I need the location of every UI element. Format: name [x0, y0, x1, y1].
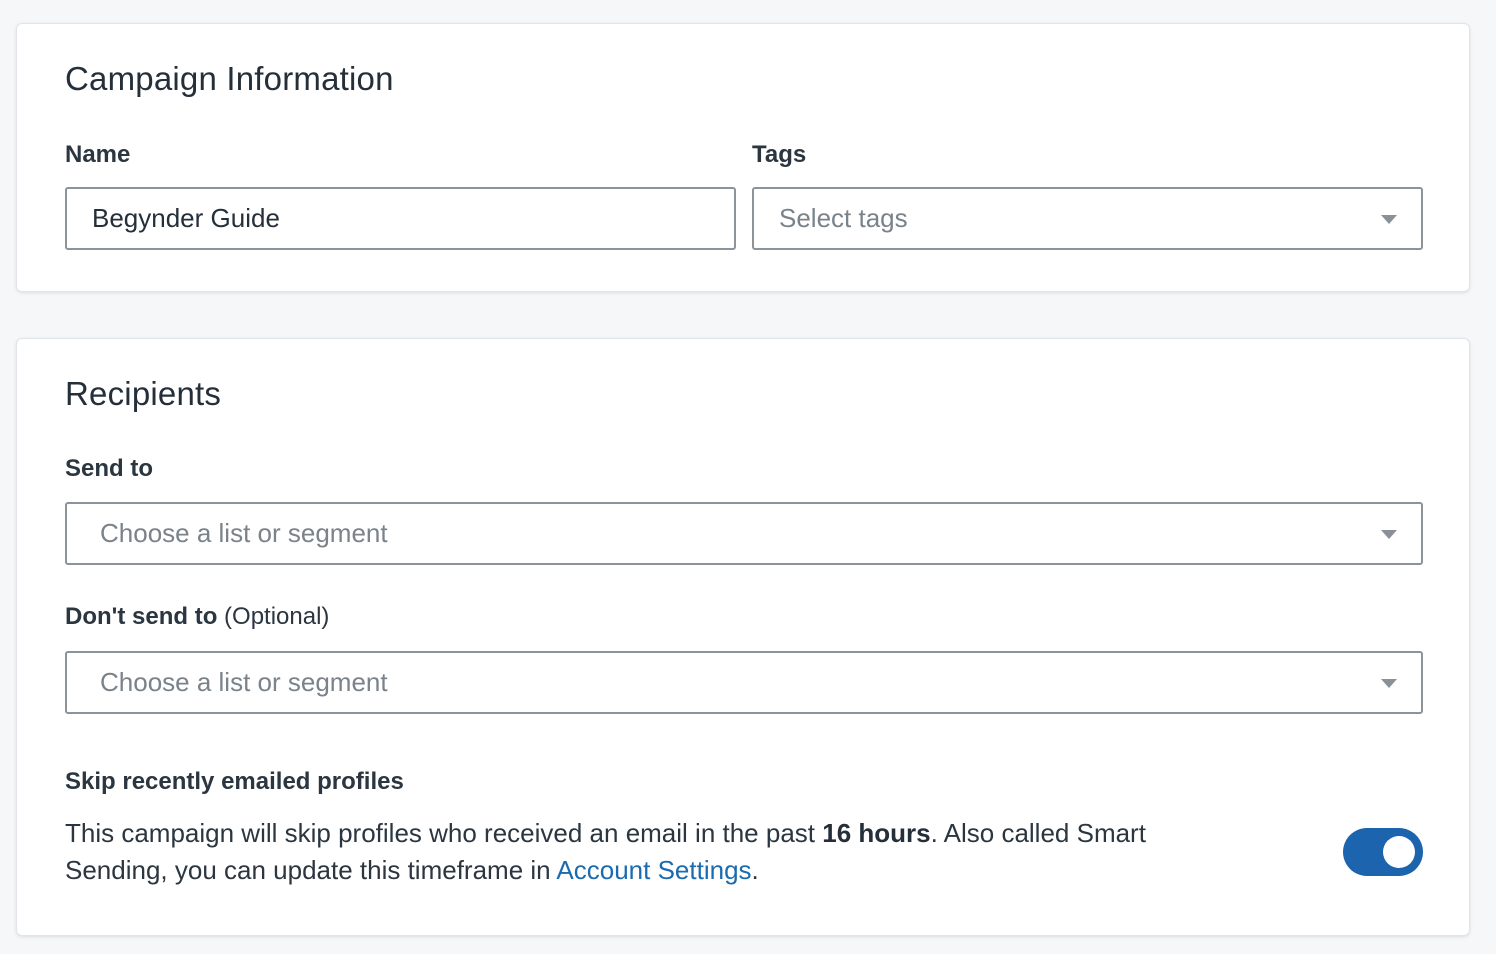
- campaign-information-title: Campaign Information: [65, 60, 394, 97]
- name-label: Name: [65, 141, 131, 168]
- chevron-down-icon: [1381, 678, 1397, 688]
- tags-select[interactable]: Select tags: [752, 187, 1423, 250]
- chevron-down-icon: [1381, 529, 1397, 539]
- tags-select-placeholder: Select tags: [779, 203, 908, 233]
- smart-sending-text-3: .: [751, 855, 759, 885]
- smart-sending-text-1: This campaign will skip profiles who rec…: [65, 818, 823, 848]
- account-settings-link[interactable]: Account Settings: [556, 855, 751, 885]
- toggle-knob: [1383, 836, 1415, 868]
- name-input-value: Begynder Guide: [92, 203, 280, 233]
- skip-recently-emailed-label: Skip recently emailed profiles: [65, 768, 404, 795]
- recipients-title: Recipients: [65, 375, 222, 412]
- dont-send-to-select-placeholder: Choose a list or segment: [100, 667, 388, 697]
- send-to-select[interactable]: Choose a list or segment: [65, 502, 1423, 565]
- dont-send-to-label-text: Don't send to: [65, 603, 218, 630]
- smart-sending-toggle[interactable]: [1343, 828, 1423, 876]
- send-to-select-placeholder: Choose a list or segment: [100, 518, 388, 548]
- dont-send-to-select[interactable]: Choose a list or segment: [65, 651, 1423, 714]
- smart-sending-hours: 16 hours: [822, 818, 931, 848]
- chevron-down-icon: [1381, 214, 1397, 224]
- tags-label: Tags: [752, 141, 807, 168]
- name-input[interactable]: Begynder Guide: [65, 187, 736, 250]
- campaign-information-card: Campaign Information Name Begynder Guide…: [16, 23, 1470, 292]
- smart-sending-description: This campaign will skip profiles who rec…: [65, 815, 1165, 889]
- optional-tag: (Optional): [224, 603, 330, 630]
- recipients-card: Recipients Send to Choose a list or segm…: [16, 338, 1470, 936]
- dont-send-to-label: Don't send to (Optional): [65, 603, 329, 631]
- send-to-label: Send to: [65, 455, 153, 482]
